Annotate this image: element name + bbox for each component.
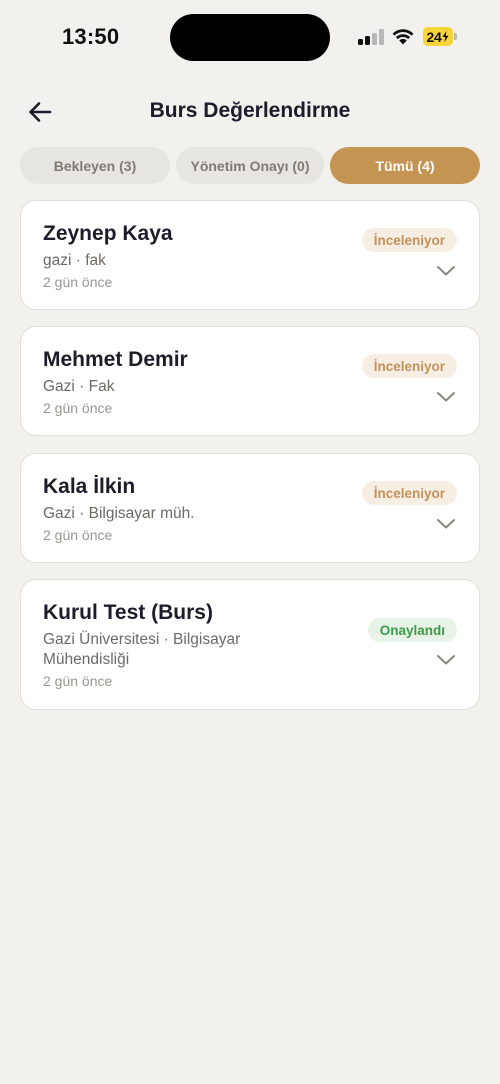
status-time: 13:50: [62, 24, 120, 49]
application-time: 2 gün önce: [43, 274, 113, 290]
application-time: 2 gün önce: [43, 527, 113, 543]
status-badge: İnceleniyor: [361, 354, 457, 378]
applicant-school: Gazi · Bilgisayar müh.: [43, 505, 195, 522]
tab-pending[interactable]: Bekleyen (3): [20, 147, 170, 184]
applicant-school: Gazi Üniversitesi · Bilgisayar Mühendisl…: [43, 631, 241, 668]
application-time: 2 gün önce: [43, 673, 113, 689]
chevron-down-icon[interactable]: [435, 264, 457, 278]
status-badge: İnceleniyor: [361, 481, 457, 505]
chevron-down-icon[interactable]: [435, 390, 457, 404]
status-bar: 13:50 24: [0, 0, 500, 76]
application-card[interactable]: Kala İlkin Gazi · Bilgisayar müh. 2 gün …: [20, 453, 480, 563]
status-badge: İnceleniyor: [361, 228, 457, 252]
application-card[interactable]: Mehmet Demir Gazi · Fak 2 gün önce İncel…: [20, 326, 480, 436]
tab-all[interactable]: Tümü (4): [330, 147, 480, 184]
applicant-school: Gazi · Fak: [43, 378, 115, 395]
page-title: Burs Değerlendirme: [149, 99, 351, 122]
applicant-school: gazi · fak: [43, 252, 106, 269]
chevron-down-icon[interactable]: [435, 517, 457, 531]
applicant-name: Kala İlkin: [43, 475, 136, 498]
application-time: 2 gün önce: [43, 400, 113, 416]
application-card[interactable]: Zeynep Kaya gazi · fak 2 gün önce İncele…: [20, 200, 480, 310]
applicant-name: Mehmet Demir: [43, 348, 188, 371]
chevron-down-icon[interactable]: [435, 653, 457, 667]
dynamic-island: [170, 14, 330, 61]
tab-management-approval[interactable]: Yönetim Onayı (0): [176, 147, 324, 184]
filter-tabs: Bekleyen (3) Yönetim Onayı (0) Tümü (4): [20, 147, 480, 185]
battery-level: 24: [426, 28, 442, 45]
application-card[interactable]: Kurul Test (Burs) Gazi Üniversitesi · Bi…: [20, 579, 480, 710]
applicant-name: Zeynep Kaya: [43, 222, 173, 245]
status-badge: Onaylandı: [367, 618, 457, 642]
cellular-signal-icon: [358, 29, 384, 45]
battery-icon: 24: [423, 27, 457, 46]
applicant-name: Kurul Test (Burs): [43, 601, 213, 624]
wifi-icon: [392, 29, 414, 45]
